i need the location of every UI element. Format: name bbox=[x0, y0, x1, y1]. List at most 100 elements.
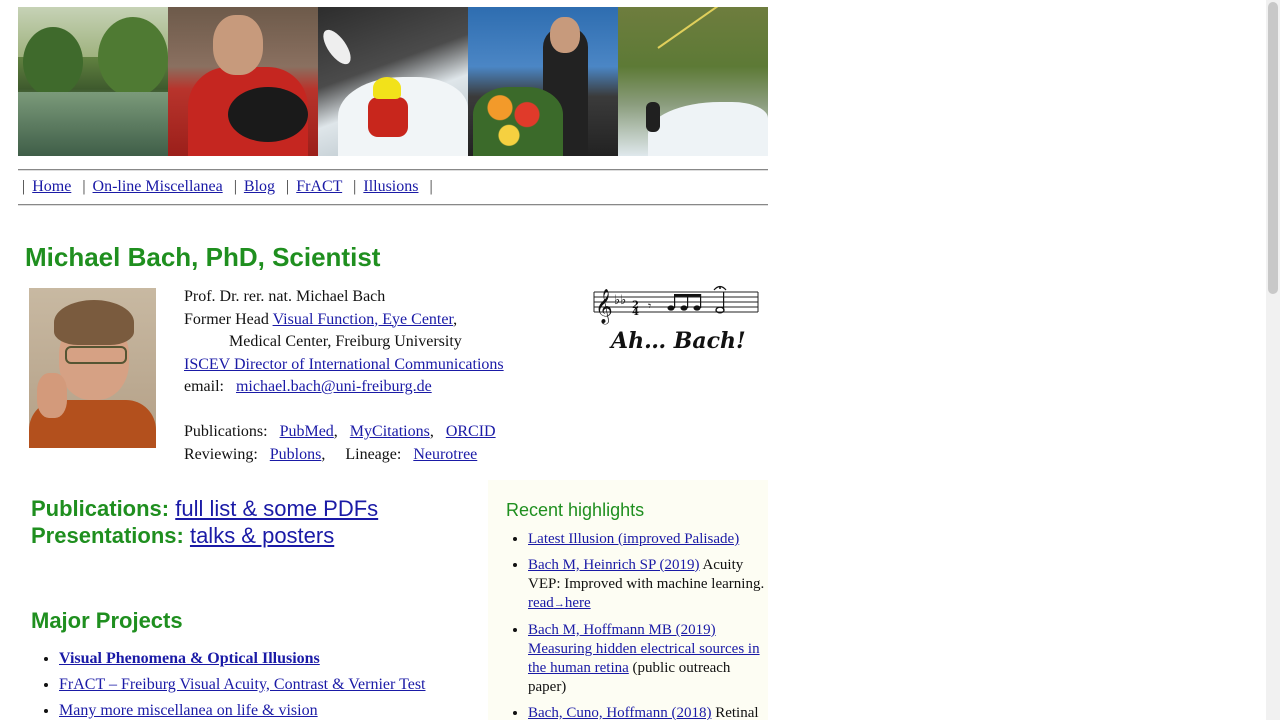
presentations-row: Presentations: talks & posters bbox=[31, 523, 334, 549]
kayak-paddle bbox=[318, 25, 356, 69]
publications-row: Publications: full list & some PDFs bbox=[31, 496, 378, 522]
pond-tree-right bbox=[98, 17, 168, 97]
visual-function-link[interactable]: Visual Function, Eye Center bbox=[273, 311, 454, 328]
page-title: Michael Bach, PhD, Scientist bbox=[25, 242, 381, 272]
list-item: Bach, Cuno, Hoffmann (2018) Retinal bbox=[528, 704, 766, 720]
neurotree-link[interactable]: Neurotree bbox=[413, 446, 477, 463]
latest-illusion-link[interactable]: Latest Illusion (improved Palisade) bbox=[528, 531, 739, 547]
here-link-text: here bbox=[564, 595, 591, 611]
banner-photo-wakeboard bbox=[618, 7, 768, 156]
major-projects-heading: Major Projects bbox=[31, 608, 183, 633]
iscev-link[interactable]: ISCEV Director of International Communic… bbox=[184, 356, 504, 373]
reviewing-label: Reviewing: bbox=[184, 445, 258, 463]
banner-photo-lecture bbox=[468, 7, 618, 156]
nav-separator: | bbox=[22, 178, 26, 195]
page-scrollbar[interactable] bbox=[1266, 0, 1280, 720]
guitar bbox=[228, 87, 308, 142]
miscellanea-project-link[interactable]: Many more miscellanea on life & vision bbox=[59, 702, 318, 719]
kayaker-helmet bbox=[373, 77, 401, 99]
acuity-vep-paper-link[interactable]: Bach M, Heinrich SP (2019) bbox=[528, 557, 700, 573]
lecturer-head bbox=[550, 17, 580, 53]
list-item: Bach M, Heinrich SP (2019) Acuity VEP: I… bbox=[528, 556, 766, 614]
highlight-text: Retinal bbox=[711, 705, 759, 720]
comma: , bbox=[429, 423, 434, 440]
pond-water bbox=[18, 92, 168, 156]
illusions-project-link[interactable]: Visual Phenomena & Optical Illusions bbox=[59, 650, 320, 667]
orcid-link[interactable]: ORCID bbox=[446, 423, 496, 440]
wakeboard-rider bbox=[646, 102, 660, 132]
scrollbar-thumb[interactable] bbox=[1268, 2, 1278, 294]
former-head-label: Former Head bbox=[184, 310, 269, 328]
info-affiliation: Medical Center, Freiburg University bbox=[229, 333, 462, 350]
top-nav: | Home | On-line Miscellanea | Blog | FrACT … bbox=[22, 178, 440, 196]
nav-separator: | bbox=[286, 178, 290, 195]
nav-link-illusions[interactable]: Illusions bbox=[363, 178, 418, 195]
info-reviewing: Reviewing: Publons, Lineage: Neurotree bbox=[184, 444, 504, 467]
recent-highlights-panel: Recent highlights Latest Illusion (impro… bbox=[488, 480, 768, 720]
guitarist-head bbox=[213, 15, 263, 75]
pond-tree-left bbox=[23, 27, 83, 97]
pubmed-link[interactable]: PubMed bbox=[280, 423, 334, 440]
publons-link[interactable]: Publons bbox=[270, 446, 322, 463]
tow-rope bbox=[657, 7, 757, 49]
mycitations-link[interactable]: MyCitations bbox=[350, 423, 430, 440]
info-iscev: ISCEV Director of International Communic… bbox=[184, 354, 504, 377]
former-head-comma: , bbox=[453, 310, 458, 328]
comma: , bbox=[333, 423, 338, 440]
comma: , bbox=[321, 445, 326, 463]
flower-arrangement bbox=[473, 87, 563, 156]
nav-link-home[interactable]: Home bbox=[32, 178, 71, 195]
list-item: Latest Illusion (improved Palisade) bbox=[528, 530, 766, 549]
portrait-hair bbox=[54, 300, 134, 345]
nav-separator: | bbox=[353, 178, 357, 195]
list-item: Many more miscellanea on life & vision bbox=[59, 698, 426, 724]
banner-photo-guitarist bbox=[168, 7, 318, 156]
half-note-fermata bbox=[713, 285, 727, 314]
read-here-link[interactable]: read→here bbox=[528, 595, 591, 611]
talks-posters-link[interactable]: talks & posters bbox=[190, 523, 334, 548]
info-publications: Publications: PubMed, MyCitations, ORCID bbox=[184, 421, 504, 444]
header-banner bbox=[18, 7, 768, 156]
lineage-label: Lineage: bbox=[345, 445, 402, 463]
arrow-right-icon: → bbox=[553, 598, 565, 610]
list-item: Bach M, Hoffmann MB (2019) Measuring hid… bbox=[528, 621, 766, 697]
retinal-paper-link[interactable]: Bach, Cuno, Hoffmann (2018) bbox=[528, 705, 711, 720]
nav-divider-top bbox=[18, 169, 768, 171]
flat-icon: ♭♭ bbox=[614, 293, 626, 308]
portrait-glasses bbox=[65, 346, 127, 364]
publications-label: Publications: bbox=[184, 423, 268, 440]
info-name: Prof. Dr. rer. nat. Michael Bach bbox=[184, 288, 386, 305]
logo-caption: Ah… Bach! bbox=[611, 328, 746, 354]
publications-full-list-link[interactable]: full list & some PDFs bbox=[175, 496, 378, 521]
presentations-heading: Presentations: bbox=[31, 523, 184, 548]
time-signature-bottom: 4 bbox=[632, 307, 639, 318]
nav-divider-bottom bbox=[18, 204, 768, 206]
banner-photo-kayak bbox=[318, 7, 468, 156]
portrait-hand bbox=[37, 373, 67, 418]
portrait-photo bbox=[29, 288, 156, 448]
publications-heading: Publications: bbox=[31, 496, 170, 521]
banner-photo-pond bbox=[18, 7, 168, 156]
nav-link-online-miscellanea[interactable]: On-line Miscellanea bbox=[93, 178, 223, 195]
read-link-text: read bbox=[528, 595, 554, 611]
nav-link-blog[interactable]: Blog bbox=[244, 178, 275, 195]
highlights-heading: Recent highlights bbox=[506, 500, 645, 520]
nav-link-fract[interactable]: FrACT bbox=[296, 178, 342, 195]
kayaker-body bbox=[368, 97, 408, 137]
info-email: email: michael.bach@uni-freiburg.de bbox=[184, 376, 504, 399]
email-link[interactable]: michael.bach@uni-freiburg.de bbox=[236, 378, 432, 395]
highlights-list: Latest Illusion (improved Palisade) Bach… bbox=[488, 530, 766, 720]
nav-separator: | bbox=[82, 178, 86, 195]
list-item: Visual Phenomena & Optical Illusions bbox=[59, 646, 426, 672]
treble-clef-icon: 𝄞 bbox=[595, 289, 613, 325]
major-projects-list: Visual Phenomena & Optical Illusions FrA… bbox=[31, 646, 426, 724]
info-former-head: Former Head Visual Function, Eye Center, bbox=[184, 309, 504, 332]
email-label: email: bbox=[184, 378, 224, 395]
list-item: FrACT – Freiburg Visual Acuity, Contrast… bbox=[59, 672, 426, 698]
fract-project-link[interactable]: FrACT – Freiburg Visual Acuity, Contrast… bbox=[59, 676, 426, 693]
water-spray bbox=[648, 102, 768, 156]
nav-separator: | bbox=[233, 178, 237, 195]
nav-separator: | bbox=[429, 178, 433, 195]
rest-icon: 𝄾 bbox=[648, 299, 651, 313]
